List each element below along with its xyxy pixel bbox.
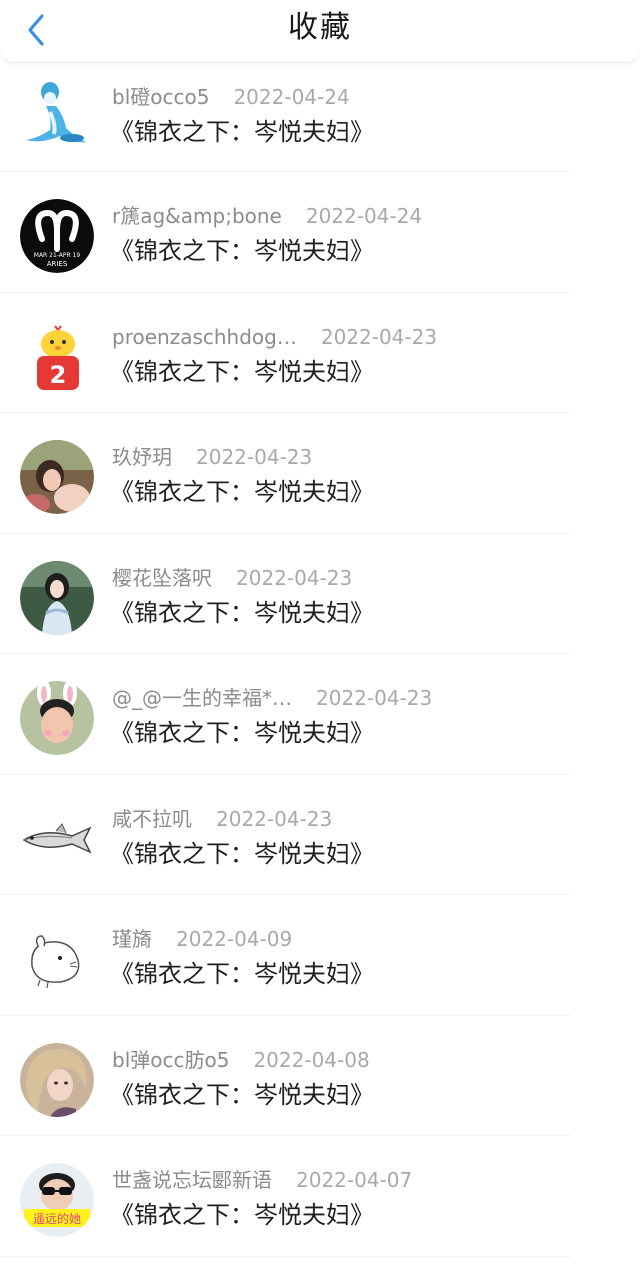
girl-photo-avatar[interactable] xyxy=(20,440,94,514)
username[interactable]: 咸不拉叽 xyxy=(112,807,192,831)
username[interactable]: 瑾旖 xyxy=(112,927,152,951)
item-meta: 咸不拉叽 2022-04-23 xyxy=(112,806,332,832)
cartoon-chick-avatar[interactable]: 2 xyxy=(20,319,94,394)
item-title[interactable]: 《锦衣之下：岑悦夫妇》 xyxy=(110,1200,374,1230)
date: 2022-04-23 xyxy=(320,324,438,349)
aries-name-text: ARIES xyxy=(47,260,68,268)
item-title[interactable]: 《锦衣之下：岑悦夫妇》 xyxy=(110,718,374,748)
username[interactable]: 樱花坠落呎 xyxy=(112,566,212,590)
list-item[interactable]: bl弹occ肪o5 2022-04-08 《锦衣之下：岑悦夫妇》 xyxy=(0,1016,640,1137)
item-title[interactable]: 《锦衣之下：岑悦夫妇》 xyxy=(110,959,374,989)
date: 2022-04-08 xyxy=(253,1047,370,1072)
date: 2022-04-23 xyxy=(216,806,333,831)
item-meta: 世盏说忘坛郾新语 2022-04-07 xyxy=(112,1167,412,1193)
page-title: 收藏 xyxy=(288,10,352,45)
item-title[interactable]: 《锦衣之下：岑悦夫妇》 xyxy=(110,117,374,147)
fish-sketch-avatar[interactable] xyxy=(20,801,94,876)
item-meta: bl弹occ肪o5 2022-04-08 xyxy=(112,1047,370,1073)
username[interactable]: proenzaschhdog… xyxy=(112,325,297,349)
list-item[interactable]: bl磴occo5 2022-04-24 《锦衣之下：岑悦夫妇》 xyxy=(0,62,640,172)
badge-number: 2 xyxy=(50,361,67,389)
item-meta: r篪ag&amp;bone 2022-04-24 xyxy=(112,203,422,229)
item-meta: bl磴occo5 2022-04-24 xyxy=(112,84,350,110)
list-item[interactable]: 2 proenzaschhdog… 2022-04-23 《锦衣之下：岑悦夫妇》 xyxy=(0,293,640,414)
aries-zodiac-avatar[interactable]: MAR 21-APR 19 ARIES xyxy=(20,199,94,273)
bunny-ears-photo-avatar[interactable] xyxy=(20,681,94,755)
list-item[interactable]: MAR 21-APR 19 ARIES r篪ag&amp;bone 2022-04… xyxy=(0,172,640,293)
list-item[interactable]: 玖妤玥 2022-04-23 《锦衣之下：岑悦夫妇》 xyxy=(0,413,640,534)
date: 2022-04-23 xyxy=(196,445,313,469)
blue-pokemon-avatar[interactable] xyxy=(20,78,94,152)
item-title[interactable]: 《锦衣之下：岑悦夫妇》 xyxy=(110,477,374,507)
girl-hanfu-avatar[interactable] xyxy=(20,560,94,635)
hamster-sketch-avatar[interactable] xyxy=(20,922,94,996)
date: 2022-04-23 xyxy=(236,565,353,590)
item-meta: 樱花坠落呎 2022-04-23 xyxy=(112,565,352,591)
username[interactable]: @_@一生的幸福*… xyxy=(112,686,292,710)
list-item[interactable]: 樱花坠落呎 2022-04-23 《锦衣之下：岑悦夫妇》 xyxy=(0,534,640,655)
date: 2022-04-23 xyxy=(316,686,433,710)
aries-date-text: MAR 21-APR 19 xyxy=(34,252,81,259)
item-meta: @_@一生的幸福*… 2022-04-23 xyxy=(112,685,432,711)
username[interactable]: 世盏说忘坛郾新语 xyxy=(112,1168,272,1192)
list-item[interactable]: 遥远的她 世盏说忘坛郾新语 2022-04-07 《锦衣之下：岑悦夫妇》 xyxy=(0,1136,640,1257)
item-title[interactable]: 《锦衣之下：岑悦夫妇》 xyxy=(110,839,374,869)
item-meta: 瑾旖 2022-04-09 xyxy=(112,926,292,952)
item-title[interactable]: 《锦衣之下：岑悦夫妇》 xyxy=(110,598,374,628)
girl-photo-avatar[interactable] xyxy=(20,1042,94,1117)
favorites-list: bl磴occo5 2022-04-24 《锦衣之下：岑悦夫妇》 MAR 21-AP… xyxy=(0,62,640,1264)
avatar-caption: 遥远的她 xyxy=(33,1211,81,1226)
list-item[interactable]: 瑾旖 2022-04-09 《锦衣之下：岑悦夫妇》 xyxy=(0,895,640,1016)
top-navigation-bar: 收藏 xyxy=(0,0,640,63)
username[interactable]: bl磴occo5 xyxy=(112,85,209,109)
username[interactable]: r篪ag&amp;bone xyxy=(112,204,282,228)
sunglasses-boy-avatar[interactable]: 遥远的她 xyxy=(20,1163,94,1237)
list-item[interactable]: 咸不拉叽 2022-04-23 《锦衣之下：岑悦夫妇》 xyxy=(0,775,640,896)
username[interactable]: 玖妤玥 xyxy=(112,445,172,469)
item-meta: 玖妤玥 2022-04-23 xyxy=(112,444,312,470)
date: 2022-04-09 xyxy=(176,927,293,951)
date: 2022-04-24 xyxy=(305,204,423,228)
item-title[interactable]: 《锦衣之下：岑悦夫妇》 xyxy=(110,1080,374,1110)
username[interactable]: bl弹occ肪o5 xyxy=(112,1048,229,1072)
item-title[interactable]: 《锦衣之下：岑悦夫妇》 xyxy=(110,357,374,387)
date: 2022-04-24 xyxy=(233,85,350,109)
item-meta: proenzaschhdog… 2022-04-23 xyxy=(112,324,437,350)
item-title[interactable]: 《锦衣之下：岑悦夫妇》 xyxy=(110,236,374,266)
date: 2022-04-07 xyxy=(296,1168,413,1192)
list-item[interactable]: @_@一生的幸福*… 2022-04-23 《锦衣之下：岑悦夫妇》 xyxy=(0,654,640,775)
